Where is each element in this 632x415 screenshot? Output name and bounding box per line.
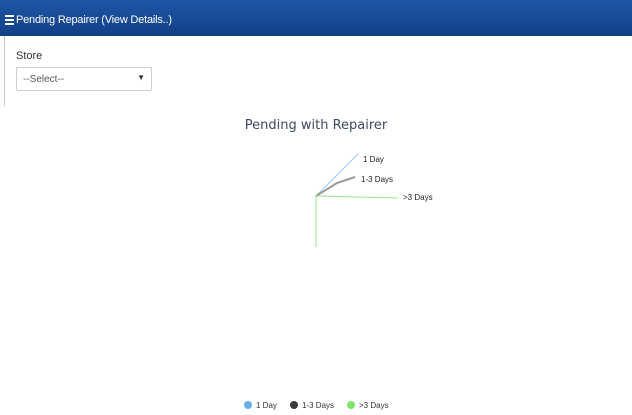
- pie-slices: 1 Day 1-3 Days >3 Days: [315, 153, 433, 247]
- legend-marker-3-days[interactable]: [347, 401, 355, 409]
- slice-label-1-3-days: 1-3 Days: [361, 175, 393, 184]
- chart-legend: 1 Day 1-3 Days >3 Days: [244, 401, 389, 410]
- slice-1-day[interactable]: [315, 153, 359, 197]
- legend-marker-1-3-days[interactable]: [290, 401, 298, 409]
- legend-label-3-days[interactable]: >3 Days: [359, 401, 389, 410]
- pie-chart: Pending with Repairer 1 Day 1-3 Days >3 Da…: [244, 118, 433, 410]
- chart-title: Pending with Repairer: [245, 118, 388, 133]
- slice-1-3-days[interactable]: [315, 176, 356, 197]
- legend-marker-1-day[interactable]: [244, 401, 252, 409]
- slice-3-days[interactable]: [315, 195, 399, 199]
- slice-label-3-days: >3 Days: [403, 193, 433, 202]
- legend-label-1-3-days[interactable]: 1-3 Days: [302, 401, 334, 410]
- legend-label-1-day[interactable]: 1 Day: [256, 401, 277, 410]
- slice-label-1-day: 1 Day: [363, 155, 384, 164]
